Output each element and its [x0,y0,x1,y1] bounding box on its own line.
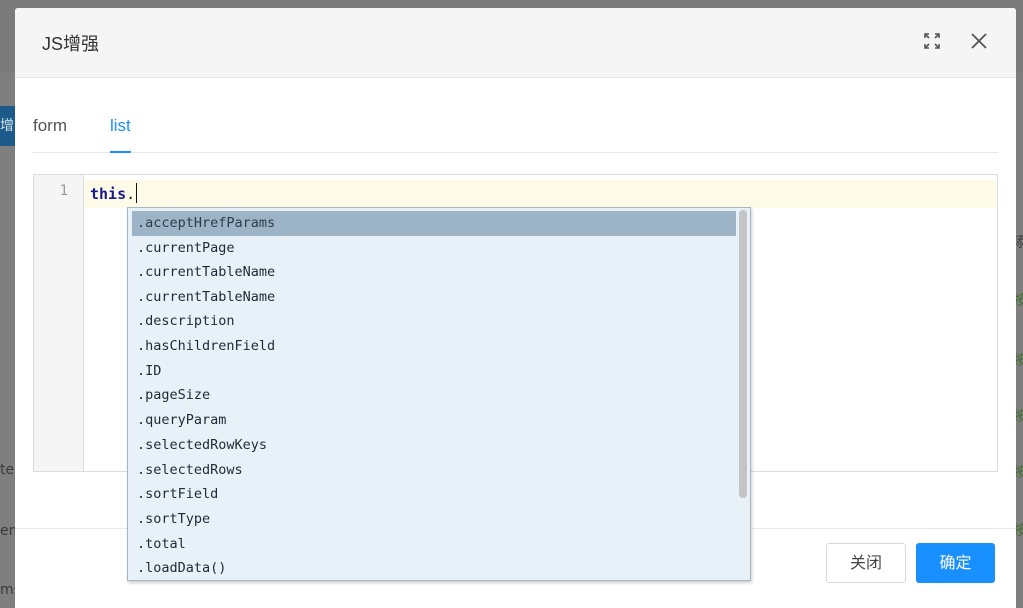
code-text: . [126,185,136,203]
autocomplete-item[interactable]: .pageSize [132,383,736,408]
expand-button[interactable] [919,28,945,54]
code-line[interactable]: this. [90,183,138,203]
confirm-button[interactable]: 确定 [916,543,995,583]
close-icon [970,32,988,50]
background-row-text: ms_field_del_rat_main [0,582,15,598]
autocomplete-item[interactable]: .sortType [132,507,736,532]
autocomplete-item[interactable]: .queryParam [132,408,736,433]
background-tab: 增强 [0,106,16,146]
autocomplete-item[interactable]: .currentTableName [132,285,736,310]
autocomplete-item[interactable]: .selectedRowKeys [132,433,736,458]
autocomplete-item[interactable]: .hasChildrenField [132,334,736,359]
background-text: em [0,523,15,539]
close-button[interactable] [966,28,992,54]
autocomplete-item[interactable]: .currentPage [132,236,736,261]
tab-form[interactable]: form [33,116,67,136]
background-text: te [0,462,15,478]
tab-bar: form list [32,78,998,153]
expand-icon [923,32,941,50]
tab-list[interactable]: list [110,116,131,136]
autocomplete-item[interactable]: .description [132,309,736,334]
line-number: 1 [59,183,68,199]
autocomplete-scrollbar[interactable] [739,210,747,498]
autocomplete-item[interactable]: .selectedRows [132,458,736,483]
watermark: @稀土掘金技术社区 [858,582,994,600]
active-line-highlight [85,180,997,208]
text-cursor [136,183,138,203]
modal-title: JS增强 [42,34,100,54]
code-keyword: this [90,185,127,203]
autocomplete-item[interactable]: .ID [132,359,736,384]
editor-gutter: 1 [34,175,84,471]
autocomplete-item[interactable]: .sortField [132,482,736,507]
close-dialog-button[interactable]: 关闭 [826,543,906,583]
autocomplete-item[interactable]: .currentTableName [132,260,736,285]
autocomplete-dropdown: .acceptHrefParams .currentPage .currentT… [127,207,751,581]
active-tab-indicator [110,151,131,153]
autocomplete-item[interactable]: .total [132,532,736,557]
autocomplete-item[interactable]: .acceptHrefParams [132,211,736,236]
modal-header: JS增强 [15,8,1016,78]
autocomplete-item[interactable]: .loadData() [132,556,736,580]
